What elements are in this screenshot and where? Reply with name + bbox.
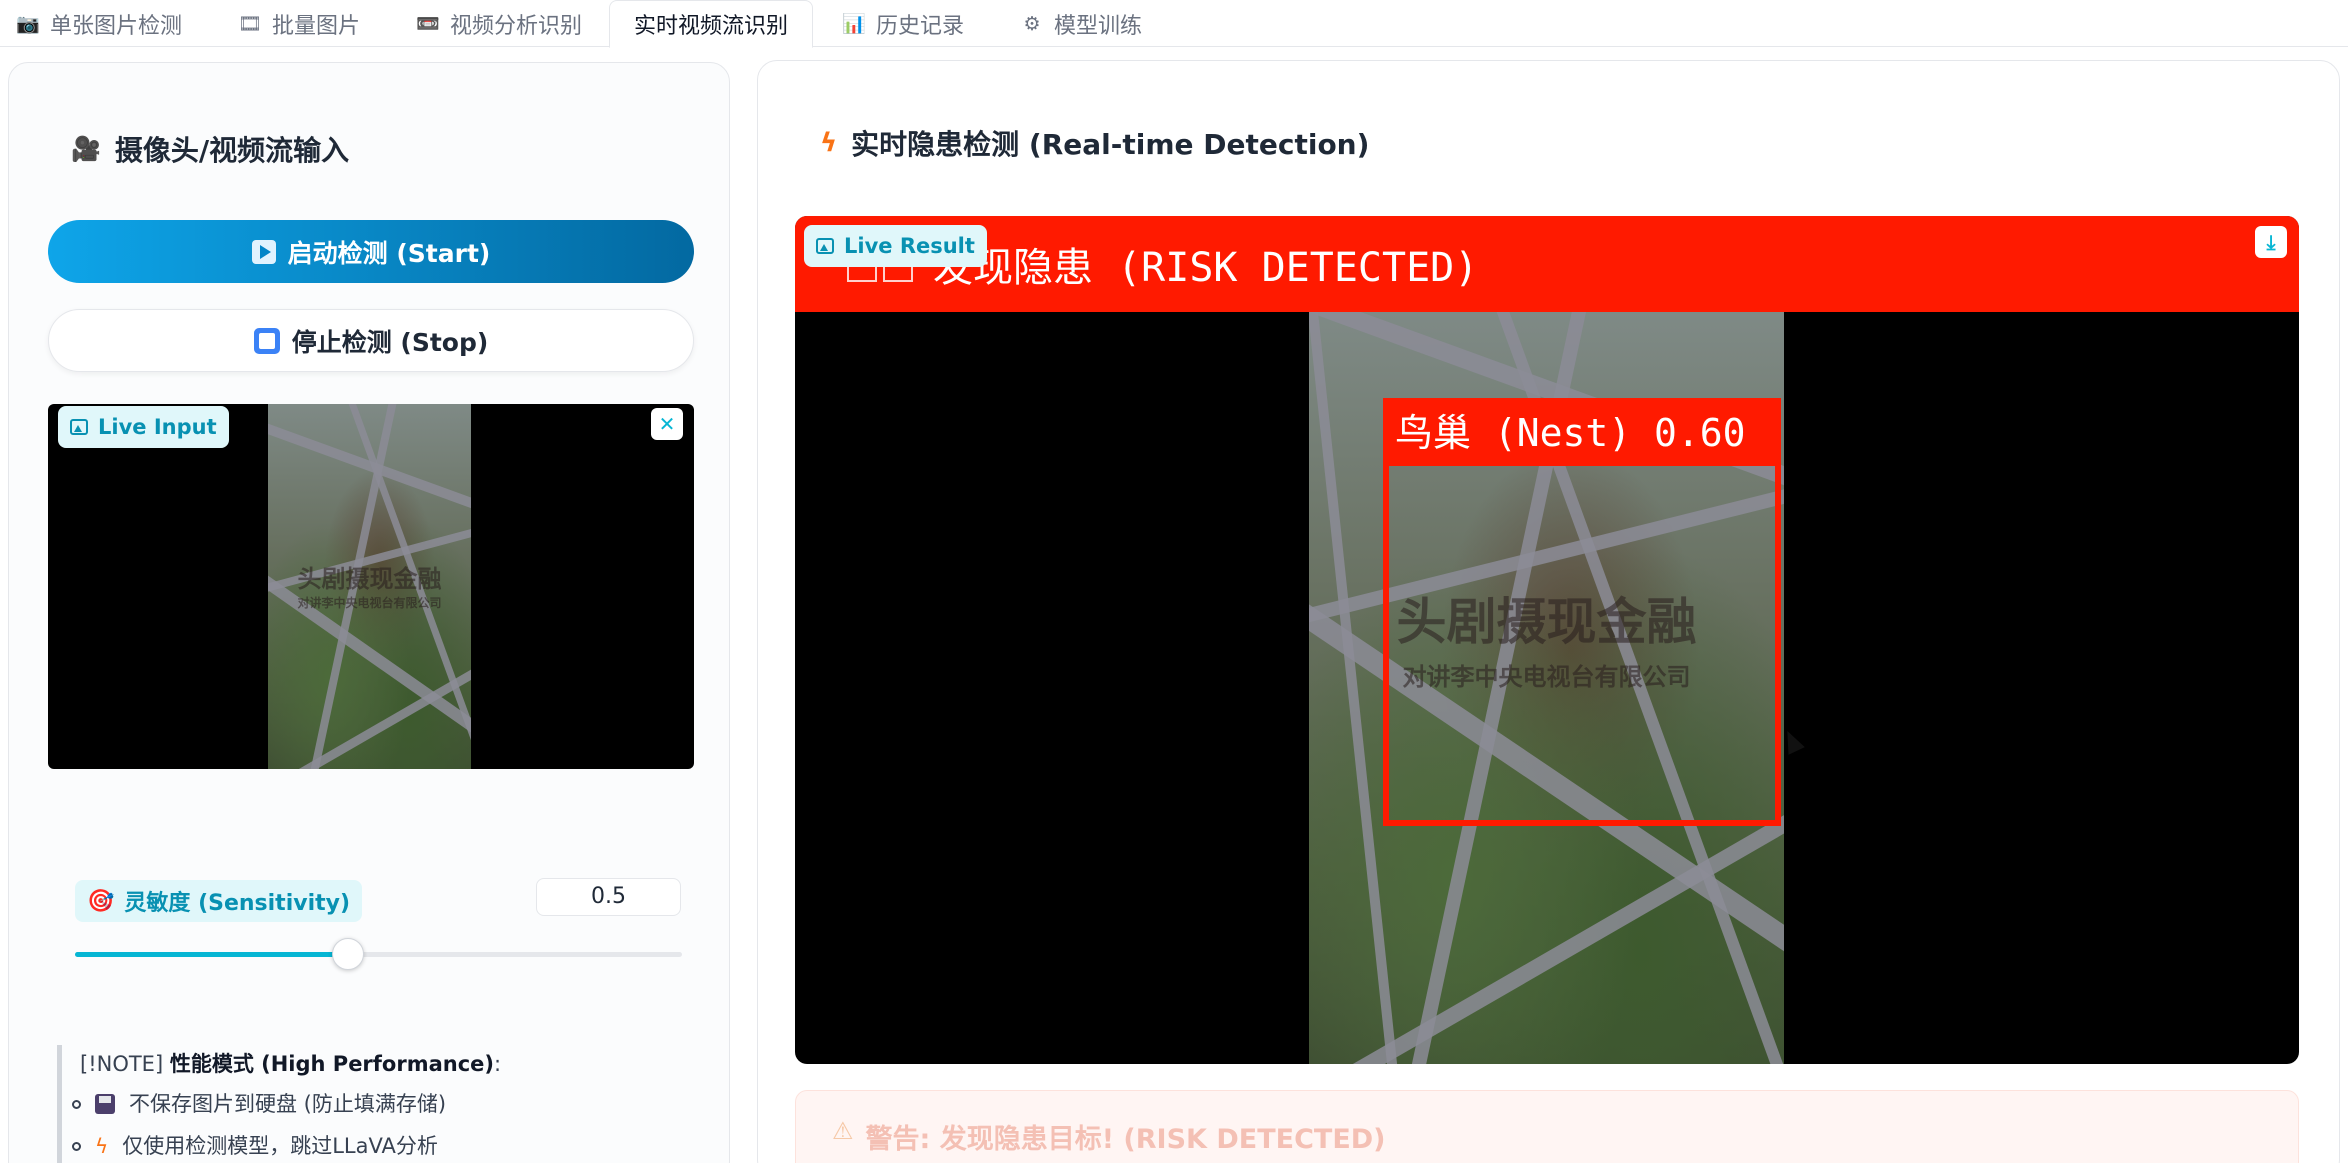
bullet-icon	[72, 1141, 81, 1151]
section-header: ϟ 实时隐患检测 (Real-time Detection)	[820, 123, 1369, 163]
tab-model-training[interactable]: ⚙ 模型训练	[1020, 0, 1142, 47]
bar-chart-icon: 📊	[842, 13, 866, 35]
image-icon	[816, 238, 834, 254]
note-suffix: :	[494, 1052, 502, 1076]
tab-video-analysis[interactable]: 📼 视频分析识别	[416, 0, 582, 47]
lightning-icon: ϟ	[95, 1134, 109, 1158]
live-result-label: Live Result	[844, 234, 975, 258]
tab-label: 批量图片	[272, 13, 361, 39]
videocassette-icon: 📼	[416, 13, 440, 35]
live-input-video[interactable]: Live Input ✕ 头剧摄现金融 对讲李中央电视台有限公司	[48, 404, 694, 769]
risk-banner: 发现隐患 (RISK DETECTED)	[795, 216, 2299, 312]
note-title: 性能模式 (High Performance)	[169, 1052, 495, 1076]
bullet-icon	[72, 1099, 81, 1109]
close-icon[interactable]: ✕	[651, 408, 683, 440]
tab-label: 历史记录	[876, 13, 965, 39]
risk-warning-alert: ⚠ 警告: 发现隐患目标! (RISK DETECTED)	[795, 1090, 2299, 1163]
gear-icon: ⚙	[1023, 12, 1041, 35]
live-result-badge: Live Result	[804, 225, 987, 267]
live-input-badge: Live Input	[58, 406, 229, 448]
section-title: 实时隐患检测 (Real-time Detection)	[851, 128, 1370, 161]
start-detection-button[interactable]: 启动检测 (Start)	[48, 220, 694, 283]
start-button-label: 启动检测 (Start)	[287, 238, 491, 268]
film-frames-icon: 🎞	[238, 13, 263, 35]
video-watermark-sub: 对讲李中央电视台有限公司	[297, 596, 442, 610]
tab-label: 视频分析识别	[450, 13, 583, 39]
stop-icon	[253, 327, 280, 354]
tab-realtime-stream[interactable]: 实时视频流识别	[609, 0, 814, 48]
video-camera-icon: 🎥	[71, 135, 101, 163]
floppy-disk-icon	[95, 1094, 115, 1114]
stop-detection-button[interactable]: 停止检测 (Stop)	[48, 309, 694, 372]
list-item: ϟ 仅使用检测模型，跳过LLaVA分析	[72, 1125, 697, 1163]
warning-text: 警告: 发现隐患目标! (RISK DETECTED)	[865, 1124, 1386, 1155]
sensitivity-label: 🎯 灵敏度 (Sensitivity)	[75, 880, 363, 922]
camera-icon: 📷	[16, 13, 40, 35]
tab-label: 实时视频流识别	[634, 14, 789, 39]
note-prefix: [!NOTE]	[80, 1052, 170, 1076]
slider-fill	[75, 952, 349, 957]
note-heading: [!NOTE] 性能模式 (High Performance):	[80, 1045, 697, 1083]
section-title: 摄像头/视频流输入	[114, 134, 350, 167]
list-item: 不保存图片到硬盘 (防止填满存储)	[72, 1083, 697, 1125]
sensitivity-label-text: 灵敏度 (Sensitivity)	[124, 891, 351, 916]
live-result-video[interactable]: 发现隐患 (RISK DETECTED) Live Result ⤓ 头剧摄现金…	[795, 216, 2299, 1064]
performance-note: [!NOTE] 性能模式 (High Performance): 不保存图片到硬…	[57, 1045, 697, 1163]
tab-label: 单张图片检测	[50, 13, 183, 39]
tab-history[interactable]: 📊 历史记录	[842, 0, 964, 47]
detection-label: 鸟巢 (Nest) 0.60	[1383, 398, 1781, 460]
detection-bounding-box	[1383, 460, 1781, 826]
tab-label: 模型训练	[1054, 13, 1143, 39]
video-frame: 头剧摄现金融 对讲李中央电视台有限公司	[268, 404, 471, 769]
tab-single-image[interactable]: 📷 单张图片检测	[16, 0, 182, 47]
section-header: 🎥 摄像头/视频流输入	[71, 129, 349, 169]
risk-banner-text: 发现隐患 (RISK DETECTED)	[933, 245, 1479, 291]
video-watermark: 头剧摄现金融	[297, 565, 442, 593]
note-item-text: 不保存图片到硬盘 (防止填满存储)	[129, 1092, 447, 1116]
download-icon[interactable]: ⤓	[2255, 226, 2287, 258]
warning-icon: ⚠	[832, 1117, 854, 1145]
target-icon: 🎯	[87, 888, 115, 914]
tab-bar: 📷 单张图片检测 🎞 批量图片 📼 视频分析识别 实时视频流识别 📊 历史记录 …	[0, 0, 2348, 48]
lightning-icon: ϟ	[820, 128, 838, 158]
stop-button-label: 停止检测 (Stop)	[291, 327, 489, 357]
play-icon	[251, 239, 276, 264]
note-item-text: 仅使用检测模型，跳过LLaVA分析	[122, 1134, 438, 1158]
live-input-label: Live Input	[98, 415, 217, 439]
image-icon	[70, 419, 88, 435]
camera-input-panel: 🎥 摄像头/视频流输入 启动检测 (Start) 停止检测 (Stop) Liv…	[8, 62, 730, 1163]
sensitivity-slider[interactable]	[75, 938, 682, 970]
realtime-detection-panel: ϟ 实时隐患检测 (Real-time Detection) 发现隐患 (RIS…	[757, 60, 2340, 1163]
tab-batch-images[interactable]: 🎞 批量图片	[238, 0, 360, 47]
slider-thumb[interactable]	[332, 938, 365, 970]
sensitivity-value-input[interactable]: 0.5	[536, 878, 681, 916]
